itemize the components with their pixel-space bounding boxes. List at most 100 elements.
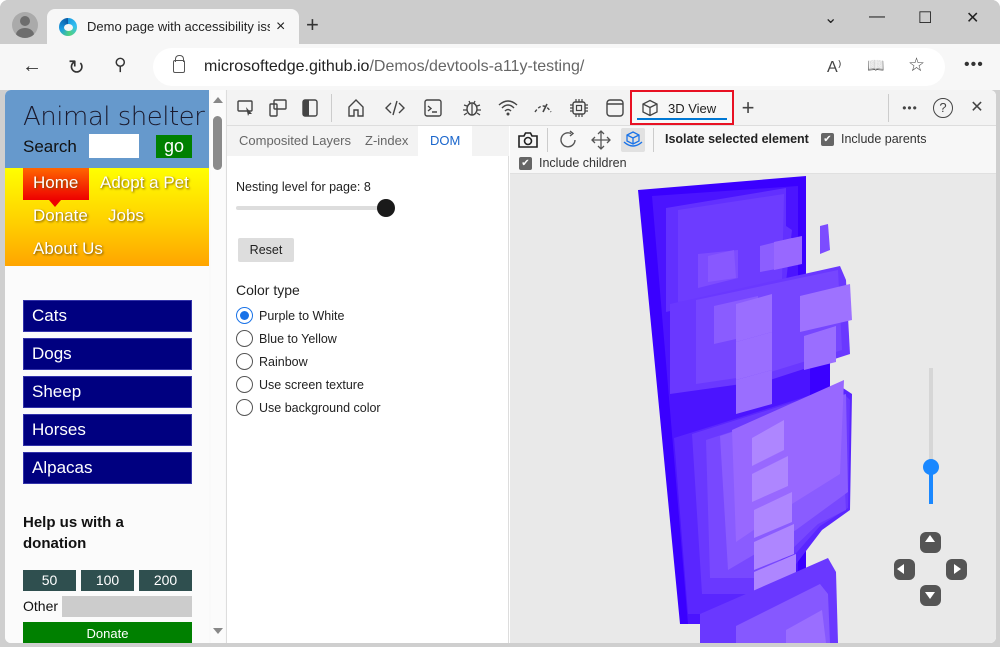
color-type-radio[interactable]: Blue to Yellow — [236, 327, 381, 350]
animal-link[interactable]: Horses — [23, 414, 192, 446]
devtools-toolbar: 3D View + ••• ? ✕ — [227, 90, 996, 126]
refresh-button[interactable]: ↻ — [68, 55, 85, 80]
rotate-3d-icon[interactable] — [621, 128, 645, 152]
3d-dom-render[interactable] — [510, 174, 996, 643]
navigation-bar: ← ↻ ⚲ microsoftedge.github.io/Demos/devt… — [0, 44, 1000, 90]
dom-element — [774, 236, 802, 270]
device-emulation-icon[interactable] — [267, 97, 289, 119]
page-scrollbar[interactable] — [211, 90, 225, 643]
more-tools-button[interactable]: ••• — [899, 97, 921, 119]
pan-right-button[interactable] — [946, 559, 967, 580]
back-button[interactable]: ← — [22, 55, 42, 78]
add-tab-button[interactable]: + — [737, 97, 759, 119]
settings-more-button[interactable]: ••• — [964, 56, 984, 74]
color-type-radio-group: Purple to White Blue to Yellow Rainbow Use … — [236, 304, 381, 419]
site-header: Animal shelter Search go — [5, 90, 209, 168]
include-children-checkbox[interactable]: ✔ Include children — [519, 156, 627, 170]
dom-element — [820, 224, 830, 254]
animal-link[interactable]: Sheep — [23, 376, 192, 408]
inspect-icon[interactable] — [235, 97, 257, 119]
profile-avatar[interactable] — [12, 12, 38, 38]
nesting-level-slider[interactable] — [236, 199, 395, 217]
nav-jobs[interactable]: Jobs — [108, 206, 144, 226]
include-parents-checkbox[interactable]: ✔ Include parents — [821, 132, 926, 146]
amount-button[interactable]: 200 — [139, 570, 192, 591]
new-tab-button[interactable]: + — [306, 12, 319, 38]
immersive-reader-icon[interactable]: 📖 — [867, 57, 884, 74]
read-aloud-icon[interactable]: A⁾ — [827, 57, 842, 77]
radio-checked-icon[interactable] — [236, 307, 253, 324]
search-input[interactable] — [89, 134, 139, 158]
subtab-composited-layers[interactable]: Composited Layers — [230, 126, 360, 156]
url-text[interactable]: microsoftedge.github.io/Demos/devtools-a… — [204, 58, 584, 76]
reset-button[interactable]: Reset — [238, 238, 294, 262]
donate-button[interactable]: Donate — [23, 622, 192, 643]
console-icon[interactable] — [422, 97, 444, 119]
lock-icon[interactable] — [173, 55, 185, 73]
subtab-z-index[interactable]: Z-index — [356, 126, 417, 156]
3d-view-canvas-pane: Isolate selected element ✔ Include parent… — [510, 126, 996, 643]
radio-unchecked-icon[interactable] — [236, 353, 253, 370]
browser-tab[interactable]: Demo page with accessibility issues × — [47, 9, 299, 44]
welcome-home-icon[interactable] — [345, 97, 367, 119]
pan-move-icon[interactable] — [589, 128, 613, 152]
memory-chip-icon[interactable] — [568, 97, 590, 119]
scroll-down-arrow-icon[interactable] — [213, 628, 223, 634]
radio-unchecked-icon[interactable] — [236, 330, 253, 347]
go-button[interactable]: go — [156, 135, 192, 158]
nav-home[interactable]: Home — [33, 173, 78, 193]
animal-link[interactable]: Cats — [23, 300, 192, 332]
webpage: Animal shelter Search go Home Adopt a Pe… — [5, 90, 209, 643]
close-window-button[interactable]: ✕ — [966, 8, 979, 28]
color-type-radio[interactable]: Purple to White — [236, 304, 381, 327]
application-window-icon[interactable] — [604, 97, 626, 119]
reset-view-rotate-icon[interactable] — [556, 128, 580, 152]
camera-snapshot-icon[interactable] — [516, 128, 540, 152]
other-amount-input[interactable] — [62, 596, 192, 617]
favorite-star-icon[interactable]: ☆ — [908, 54, 925, 77]
radio-unchecked-icon[interactable] — [236, 376, 253, 393]
radio-unchecked-icon[interactable] — [236, 399, 253, 416]
search-icon[interactable]: ⚲ — [114, 55, 126, 75]
color-type-radio[interactable]: Use screen texture — [236, 373, 381, 396]
edge-favicon-icon — [59, 17, 77, 36]
site-nav: Home Adopt a Pet Donate Jobs About Us — [5, 168, 209, 266]
color-type-radio[interactable]: Rainbow — [236, 350, 381, 373]
nav-about[interactable]: About Us — [33, 239, 103, 259]
subtab-dom[interactable]: DOM — [418, 126, 473, 156]
radio-label: Purple to White — [259, 308, 345, 323]
tab-close-icon[interactable]: × — [276, 18, 285, 36]
scroll-up-arrow-icon[interactable] — [213, 97, 223, 103]
amount-button[interactable]: 100 — [81, 570, 134, 591]
other-label: Other — [23, 598, 59, 614]
elements-icon[interactable] — [384, 97, 406, 119]
radio-label: Rainbow — [259, 354, 308, 369]
help-button[interactable]: ? — [933, 98, 953, 118]
pan-up-button[interactable] — [920, 532, 941, 553]
minimize-button[interactable]: — — [869, 8, 885, 26]
scroll-thumb[interactable] — [213, 116, 222, 170]
tab-search-icon[interactable]: ⌄ — [824, 8, 837, 28]
address-bar[interactable]: microsoftedge.github.io/Demos/devtools-a… — [153, 48, 945, 86]
sources-bug-icon[interactable] — [461, 97, 483, 119]
animal-link[interactable]: Alpacas — [23, 452, 192, 484]
nav-adopt[interactable]: Adopt a Pet — [100, 173, 189, 193]
tab-title: Demo page with accessibility issues — [87, 19, 270, 34]
zoom-slider[interactable] — [923, 368, 939, 504]
performance-gauge-icon[interactable] — [532, 97, 554, 119]
network-wifi-icon[interactable] — [497, 97, 519, 119]
pan-down-button[interactable] — [920, 585, 941, 606]
3d-dom-scene[interactable] — [510, 174, 996, 643]
tab-3d-view[interactable]: 3D View — [630, 90, 734, 125]
isolate-selected-element-button[interactable]: Isolate selected element — [665, 132, 809, 146]
animal-link[interactable]: Dogs — [23, 338, 192, 370]
maximize-button[interactable]: ☐ — [918, 8, 932, 28]
amount-button[interactable]: 50 — [23, 570, 76, 591]
dock-side-icon[interactable] — [299, 97, 321, 119]
slider-knob[interactable] — [377, 199, 395, 217]
color-type-radio[interactable]: Use background color — [236, 396, 381, 419]
pan-left-button[interactable] — [894, 559, 915, 580]
close-devtools-button[interactable]: ✕ — [966, 97, 988, 119]
nav-donate[interactable]: Donate — [33, 206, 88, 226]
active-tab-indicator — [637, 118, 727, 120]
